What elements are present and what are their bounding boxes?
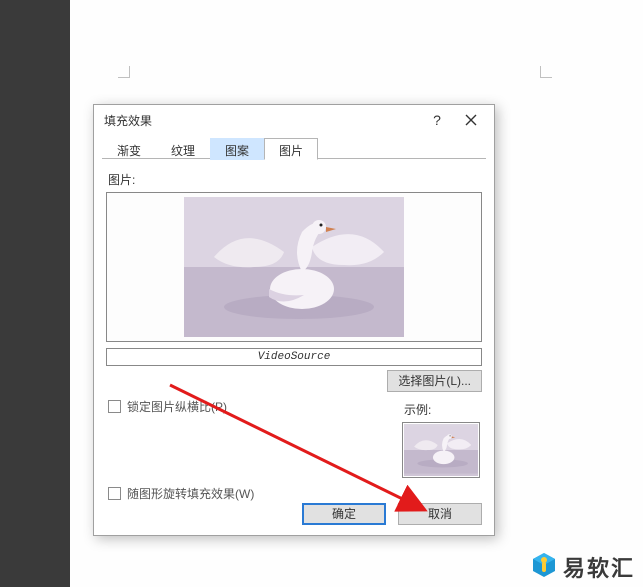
swan-image-icon [184, 197, 404, 337]
picture-preview-box [106, 192, 482, 342]
tab-pattern[interactable]: 图案 [210, 138, 264, 160]
select-picture-button[interactable]: 选择图片(L)... [387, 370, 482, 392]
dialog-title: 填充效果 [104, 112, 420, 129]
picture-preview-image [184, 197, 404, 337]
tab-texture[interactable]: 纹理 [156, 138, 210, 160]
dialog-titlebar: 填充效果 ? [94, 105, 494, 135]
tab-strip: 渐变 纹理 图案 图片 [102, 137, 486, 159]
page-corner-mark [110, 58, 130, 78]
ok-button[interactable]: 确定 [302, 503, 386, 525]
cancel-button[interactable]: 取消 [398, 503, 482, 525]
rotate-with-shape-label: 随图形旋转填充效果(W) [127, 485, 254, 502]
app-dark-sidebar [0, 0, 70, 587]
lock-aspect-label: 锁定图片纵横比(P) [127, 398, 227, 415]
fill-effects-dialog: 填充效果 ? 渐变 纹理 图案 图片 图片: [93, 104, 495, 536]
picture-source-name: VideoSource [106, 348, 482, 366]
tab-gradient[interactable]: 渐变 [102, 138, 156, 160]
rotate-with-shape-row[interactable]: 随图形旋转填充效果(W) [108, 485, 480, 502]
rotate-with-shape-checkbox[interactable] [108, 487, 121, 500]
watermark: 易软汇 [531, 551, 635, 583]
tab-picture[interactable]: 图片 [264, 138, 318, 160]
example-area: 示例: [402, 397, 480, 478]
watermark-text: 易软汇 [563, 551, 635, 583]
help-button[interactable]: ? [420, 107, 454, 133]
picture-label: 图片: [108, 171, 480, 188]
lock-aspect-checkbox[interactable] [108, 400, 121, 413]
example-preview-box [402, 422, 480, 478]
close-icon [465, 114, 477, 126]
dialog-footer: 确定 取消 [302, 503, 482, 525]
example-label: 示例: [404, 401, 478, 418]
swan-image-icon [404, 424, 478, 476]
example-preview-image [404, 424, 478, 476]
watermark-logo-icon [531, 552, 557, 582]
page-corner-mark [540, 58, 560, 78]
close-button[interactable] [454, 107, 488, 133]
